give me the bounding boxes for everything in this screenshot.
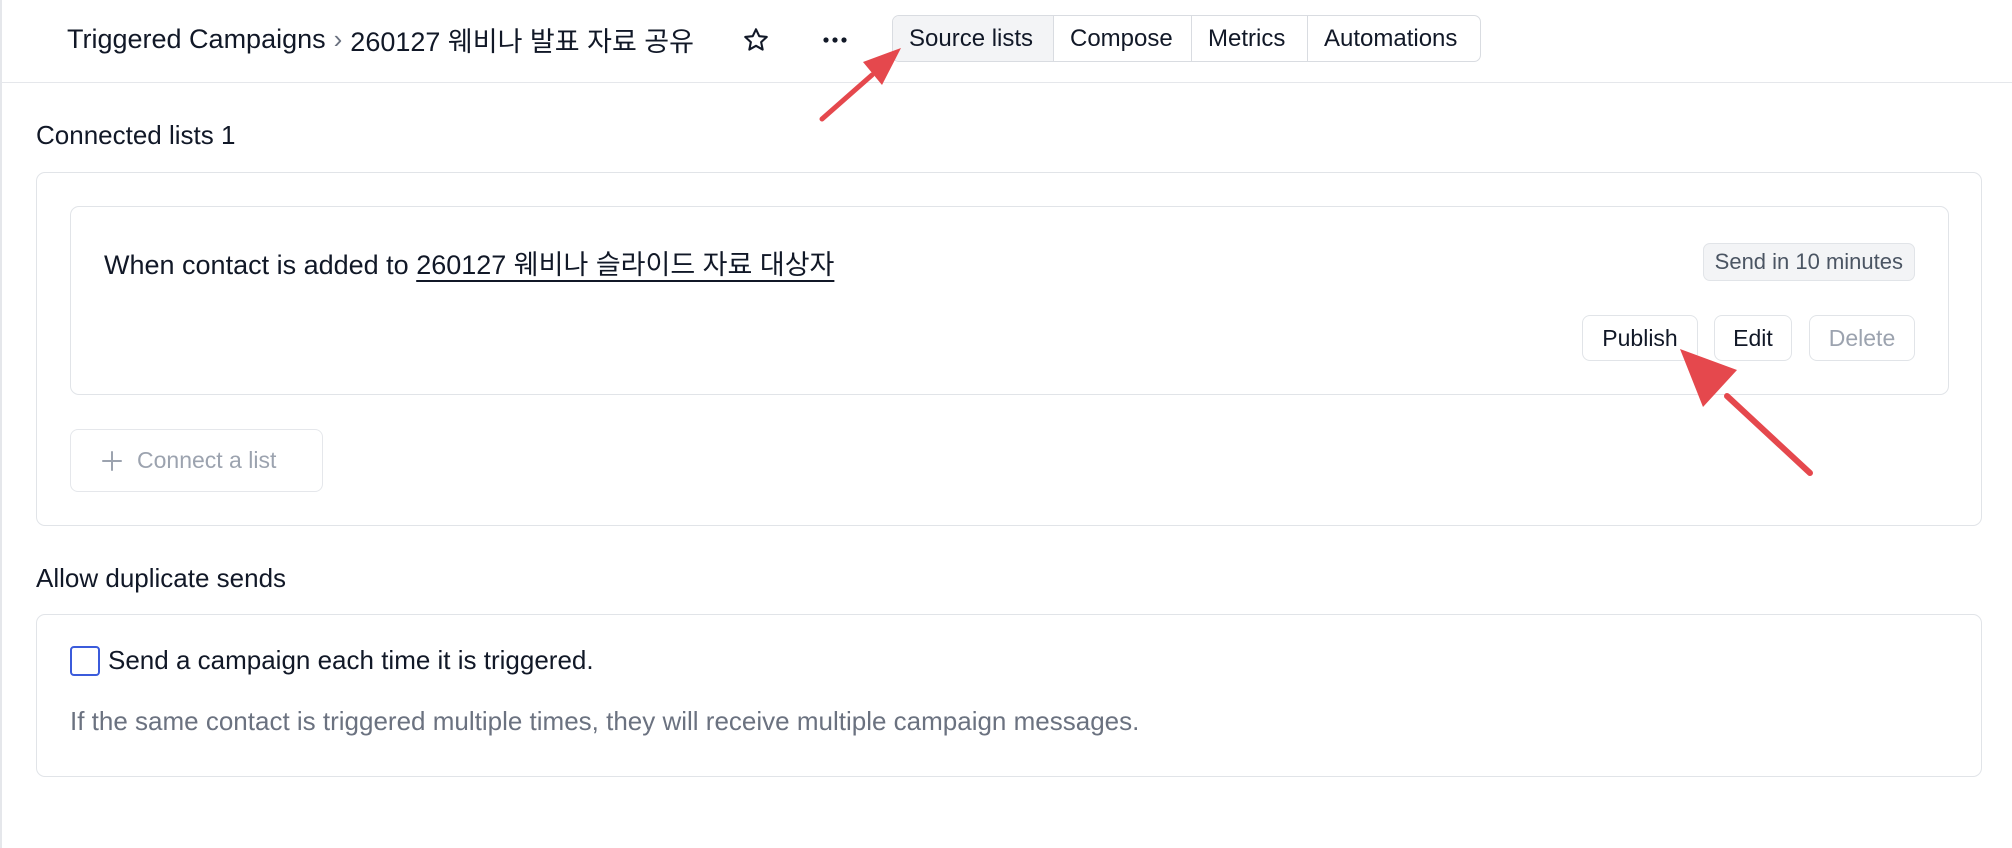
duplicate-sends-label[interactable]: Send a campaign each time it is triggere…: [108, 645, 594, 676]
source-list-link[interactable]: 260127 웨비나 슬라이드 자료 대상자: [416, 250, 834, 280]
breadcrumb-parent[interactable]: Triggered Campaigns: [67, 24, 326, 55]
more-options-button[interactable]: [815, 20, 855, 60]
connect-list-label: Connect a list: [137, 447, 277, 473]
connect-list-button[interactable]: Connect a list: [70, 429, 323, 492]
tab-compose[interactable]: Compose: [1054, 16, 1192, 61]
favorite-button[interactable]: [736, 20, 776, 60]
edit-button[interactable]: Edit: [1714, 315, 1792, 361]
connected-lists-title: Connected lists 1: [36, 120, 236, 150]
delete-button[interactable]: Delete: [1809, 315, 1915, 361]
more-horizontal-icon: [823, 37, 847, 43]
publish-button[interactable]: Publish: [1582, 315, 1698, 361]
tab-metrics[interactable]: Metrics: [1192, 16, 1308, 61]
duplicate-sends-helper: If the same contact is triggered multipl…: [70, 706, 1140, 736]
breadcrumb-current: 260127 웨비나 발표 자료 공유: [350, 26, 694, 57]
app-frame: Triggered Campaigns › 260127 웨비나 발표 자료 공…: [0, 0, 2012, 848]
star-icon: [744, 28, 768, 51]
duplicate-sends-checkbox[interactable]: [70, 645, 100, 676]
trigger-description: When contact is added to 260127 웨비나 슬라이드…: [104, 243, 834, 282]
breadcrumb: Triggered Campaigns › 260127 웨비나 발표 자료 공…: [67, 20, 694, 58]
duplicate-sends-option: Send a campaign each time it is triggere…: [70, 645, 594, 676]
connected-lists-panel: When contact is added to 260127 웨비나 슬라이드…: [36, 172, 1982, 526]
trigger-prefix: When contact is added to: [104, 250, 409, 280]
duplicate-sends-panel: Send a campaign each time it is triggere…: [36, 614, 1982, 777]
page-header: Triggered Campaigns › 260127 웨비나 발표 자료 공…: [2, 0, 2012, 83]
duplicate-sends-title: Allow duplicate sends: [36, 563, 287, 593]
trigger-card: When contact is added to 260127 웨비나 슬라이드…: [70, 206, 1949, 395]
breadcrumb-separator: ›: [333, 23, 343, 54]
send-delay-badge: Send in 10 minutes: [1702, 243, 1915, 281]
plus-icon: [101, 450, 123, 472]
campaign-tabs: Source lists Compose Metrics Automations: [892, 15, 1481, 62]
tab-automations[interactable]: Automations: [1308, 16, 1480, 61]
tab-source-lists[interactable]: Source lists: [893, 16, 1054, 61]
